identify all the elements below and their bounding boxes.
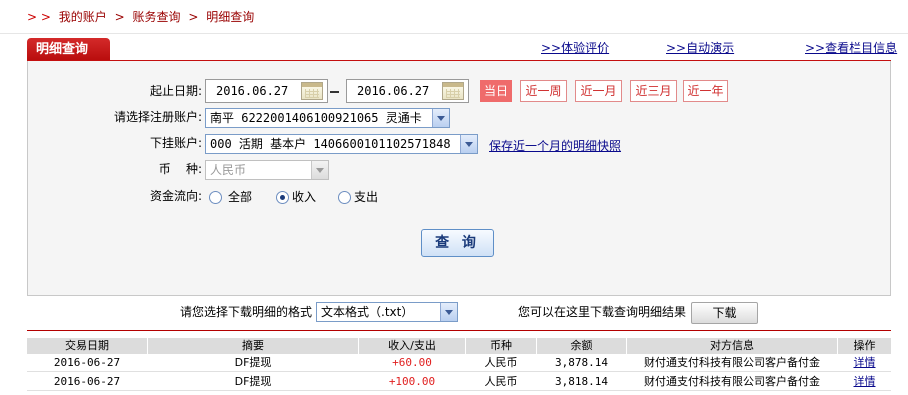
quick-week-button[interactable]: 近一周 — [520, 80, 567, 102]
date-range-label: 起止日期: — [149, 84, 202, 98]
row-summary: DF提现 — [234, 375, 272, 388]
calendar-icon[interactable] — [301, 82, 323, 100]
account-label: 请选择注册账户: — [113, 110, 202, 124]
chevron-down-icon — [311, 161, 328, 179]
breadcrumb-separator: > — [114, 10, 125, 24]
currency-select: 人民币 — [205, 160, 329, 180]
row-balance: 3,818.14 — [555, 375, 608, 388]
currency-label: 币 种: — [158, 162, 202, 176]
date-range-dash — [330, 91, 339, 93]
row-currency: 人民币 — [484, 356, 518, 369]
quick-month-button[interactable]: 近一月 — [575, 80, 622, 102]
currency-select-value: 人民币 — [210, 163, 247, 177]
sub-account-label: 下挂账户: — [149, 136, 202, 150]
header-date: 交易日期 — [65, 339, 109, 352]
quick-three-months-button[interactable]: 近三月 — [630, 80, 677, 102]
row-amount: +60.00 — [392, 356, 432, 369]
row-balance: 3,878.14 — [555, 356, 608, 369]
start-date-field[interactable]: 2016.06.27 — [205, 79, 328, 103]
quick-year-button[interactable]: 近一年 — [683, 80, 728, 102]
breadcrumb: > > 我的账户 > 账务查询 > 明细查询 — [27, 9, 254, 25]
row-detail-link[interactable]: 详情 — [838, 355, 891, 371]
flow-expense-radio[interactable] — [338, 191, 351, 204]
download-format-label: 请您选择下载明细的格式 — [179, 305, 312, 319]
flow-income-radio[interactable] — [276, 191, 289, 204]
fund-flow-label: 资金流向: — [149, 189, 202, 203]
breadcrumb-account-query[interactable]: 账务查询 — [133, 10, 181, 24]
row-detail-link[interactable]: 详情 — [838, 374, 891, 390]
header-currency: 币种 — [490, 339, 512, 352]
chevron-down-icon[interactable] — [440, 303, 457, 321]
results-divider — [27, 330, 891, 331]
row-currency: 人民币 — [484, 375, 518, 388]
start-date-value: 2016.06.27 — [216, 84, 289, 98]
breadcrumb-arrows: > > — [27, 10, 51, 24]
tab-detail-query[interactable]: 明细查询 — [27, 38, 110, 61]
download-button[interactable]: 下载 — [691, 302, 758, 324]
flow-expense-label[interactable]: 支出 — [354, 189, 378, 205]
end-date-value: 2016.06.27 — [357, 84, 430, 98]
chevron-down-icon[interactable] — [432, 109, 449, 127]
header-action: 操作 — [853, 339, 876, 352]
row-summary: DF提现 — [234, 356, 272, 369]
download-format-select[interactable]: 文本格式（.txt） — [316, 302, 458, 322]
header-counterparty: 对方信息 — [710, 339, 754, 352]
account-select-value: 南平 6222001406100921065 灵通卡 — [210, 111, 422, 125]
query-button[interactable]: 查 询 — [421, 229, 494, 257]
row-date: 2016-06-27 — [53, 375, 121, 388]
chevron-down-icon[interactable] — [460, 135, 477, 153]
flow-income-label[interactable]: 收入 — [292, 189, 316, 205]
breadcrumb-detail-query: 明细查询 — [206, 10, 255, 24]
breadcrumb-divider — [0, 33, 908, 34]
download-hint: 您可以在这里下载查询明细结果 — [517, 305, 686, 319]
flow-all-radio[interactable] — [209, 191, 222, 204]
flow-all-label[interactable]: 全部 — [228, 189, 252, 205]
row-counterparty: 财付通支付科技有限公司客户备付金 — [644, 356, 820, 369]
row-counterparty: 财付通支付科技有限公司客户备付金 — [644, 375, 820, 388]
table-header: 交易日期 摘要 收入/支出 币种 余额 对方信息 操作 — [27, 338, 891, 354]
calendar-icon[interactable] — [442, 82, 464, 100]
table-row: 2016-06-27 DF提现 +100.00 人民币 3,818.14 财付通… — [27, 374, 891, 391]
column-info-link[interactable]: >>查看栏目信息 — [805, 40, 897, 56]
quick-today-button[interactable]: 当日 — [480, 80, 512, 102]
account-select[interactable]: 南平 6222001406100921065 灵通卡 — [205, 108, 450, 128]
auto-demo-link[interactable]: >>自动演示 — [666, 40, 734, 56]
row-amount: +100.00 — [388, 375, 436, 388]
breadcrumb-separator: > — [188, 10, 199, 24]
header-summary: 摘要 — [242, 339, 264, 352]
header-balance: 余额 — [570, 339, 593, 352]
row-date: 2016-06-27 — [53, 356, 121, 369]
breadcrumb-my-account[interactable]: 我的账户 — [59, 10, 107, 24]
end-date-field[interactable]: 2016.06.27 — [346, 79, 469, 103]
table-row: 2016-06-27 DF提现 +60.00 人民币 3,878.14 财付通支… — [27, 355, 891, 372]
header-amount: 收入/支出 — [388, 339, 436, 352]
sub-account-select[interactable]: 000 活期 基本户 1406600101102571848 — [205, 134, 478, 154]
save-snapshot-link[interactable]: 保存近一个月的明细快照 — [489, 137, 621, 154]
sub-account-select-value: 000 活期 基本户 1406600101102571848 — [210, 137, 451, 151]
download-format-value: 文本格式（.txt） — [321, 305, 414, 319]
feedback-link[interactable]: >>体验评价 — [541, 40, 609, 56]
